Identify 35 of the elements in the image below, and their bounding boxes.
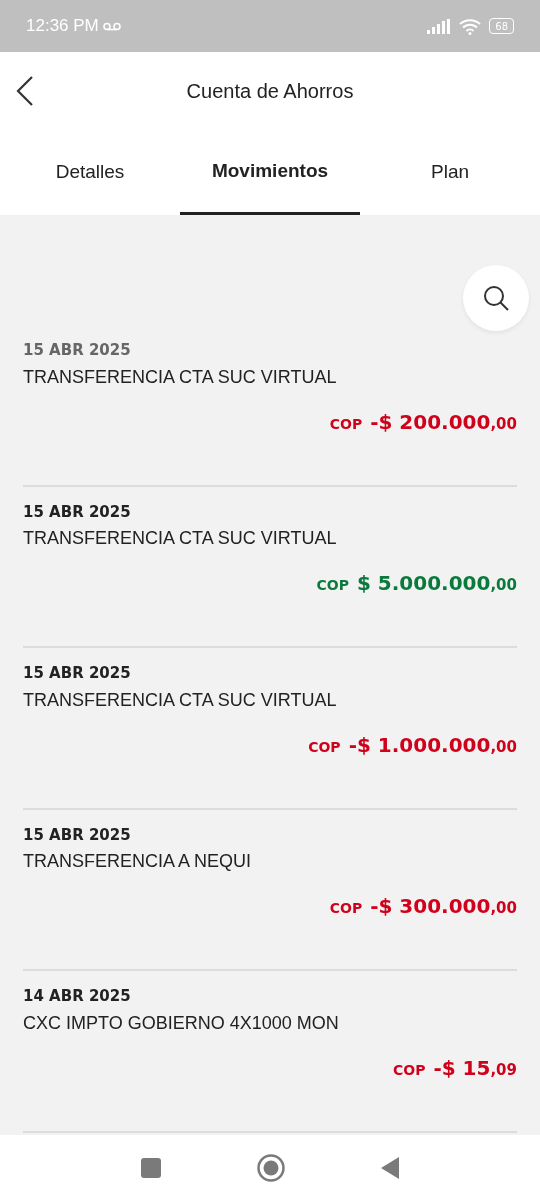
back-icon[interactable] — [380, 1155, 400, 1180]
battery-icon: 68 — [489, 18, 514, 34]
wifi-icon — [459, 17, 482, 35]
search-icon — [482, 284, 510, 312]
status-time: 12:36 PM — [26, 15, 99, 38]
movement-date: 15 ABR 2025 — [23, 663, 132, 684]
voicemail-icon — [102, 21, 121, 31]
currency-code: COP — [329, 414, 363, 434]
tab[interactable]: Detalles — [0, 130, 180, 215]
currency-code: COP — [316, 576, 349, 595]
signal-icon — [427, 18, 452, 34]
movement-amount: $ 5.000.000,00 — [356, 570, 517, 597]
home-icon[interactable] — [257, 1153, 285, 1182]
movement-description: CXC IMPTO GOBIERNO 4X1000 MON — [23, 1011, 340, 1035]
recents-icon[interactable] — [140, 1156, 162, 1179]
movement-date: 14 ABR 2025 — [23, 986, 132, 1007]
back-button[interactable] — [14, 74, 36, 108]
movement-date: 15 ABR 2025 — [23, 824, 132, 846]
movement-amount: -$ 200.000,00 — [370, 408, 517, 436]
currency-code: COP — [392, 1060, 426, 1080]
movement-date: 15 ABR 2025 — [23, 501, 132, 523]
movement-amount: -$ 15,09 — [433, 1054, 517, 1082]
tab[interactable]: Movimientos — [180, 130, 360, 215]
movement-amount: -$ 1.000.000,00 — [348, 731, 517, 759]
movement-description: TRANSFERENCIA CTA SUC VIRTUAL — [23, 365, 338, 389]
currency-code: COP — [329, 899, 363, 918]
movement-description: TRANSFERENCIA A NEQUI — [23, 850, 253, 873]
search-button[interactable] — [463, 265, 529, 331]
movement-date: 15 ABR 2025 — [23, 340, 132, 361]
movement-description: TRANSFERENCIA CTA SUC VIRTUAL — [23, 688, 338, 712]
movement-description: TRANSFERENCIA CTA SUC VIRTUAL — [23, 527, 338, 550]
screen-title: Cuenta de Ahorros — [186, 79, 354, 104]
currency-code: COP — [308, 737, 341, 757]
tab[interactable]: Plan — [360, 130, 540, 215]
movement-amount: -$ 300.000,00 — [370, 893, 517, 920]
